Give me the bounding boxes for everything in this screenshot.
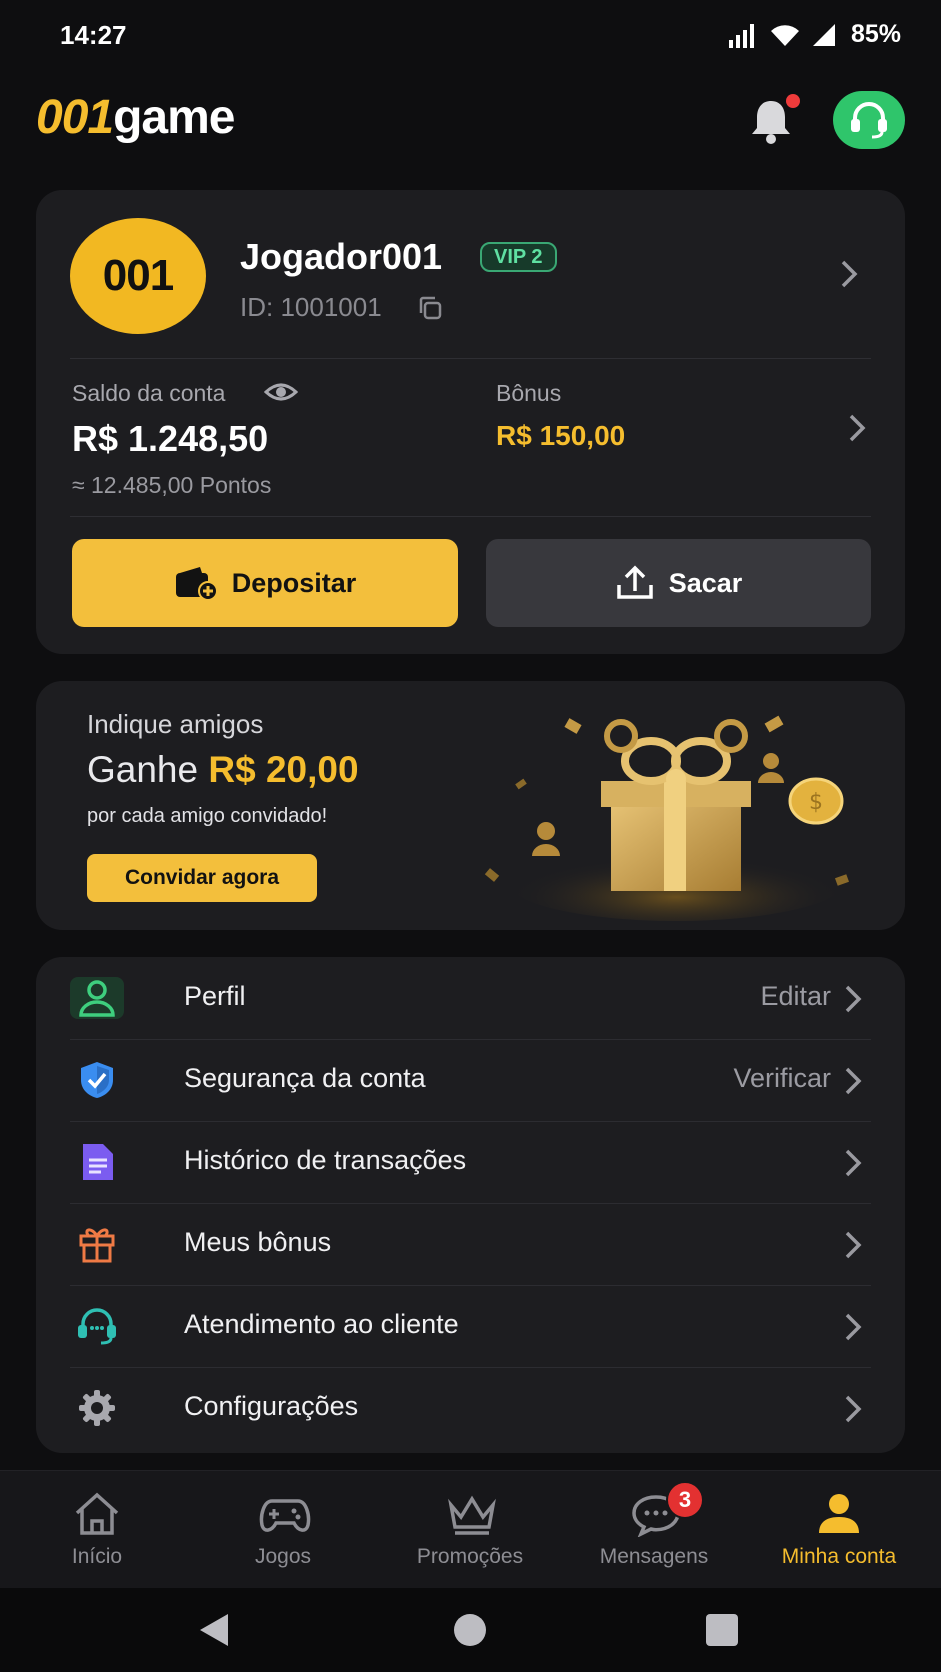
- headset-icon: [851, 102, 887, 139]
- home-button-icon[interactable]: [452, 1610, 488, 1650]
- menu-item-support[interactable]: Atendimento ao cliente: [70, 1285, 871, 1367]
- gamepad-icon: [259, 1499, 311, 1532]
- wallet-add-icon: [175, 567, 218, 601]
- referral-subtitle: por cada amigo convidado!: [87, 805, 328, 827]
- chevron-right-icon: [845, 1067, 862, 1095]
- balance-label: Saldo da conta: [72, 380, 226, 406]
- nav-games[interactable]: Jogos: [189, 1471, 377, 1589]
- bonus-label: Bônus: [496, 380, 562, 406]
- upload-icon: [616, 565, 653, 599]
- deposit-label: Depositar: [231, 567, 357, 598]
- menu-item-label: Histórico de transações: [184, 1145, 467, 1175]
- svg-text:$: $: [809, 790, 823, 815]
- vip-badge: VIP 2: [480, 242, 557, 272]
- points-value: ≈ 12.485,00 Pontos: [72, 472, 272, 498]
- chevron-right-icon: [845, 985, 862, 1013]
- battery-percent: 85%: [850, 20, 901, 48]
- eye-icon[interactable]: [264, 378, 298, 406]
- menu-item-bonuses[interactable]: Meus bônus: [70, 1203, 871, 1285]
- avatar[interactable]: 001: [70, 218, 206, 334]
- menu-item-label: Meus bônus: [184, 1227, 332, 1257]
- cell-signal-icon: [812, 23, 835, 46]
- logo-word: game: [113, 91, 235, 144]
- headset-icon: [70, 1305, 124, 1347]
- menu-item-label: Configurações: [184, 1391, 359, 1421]
- home-icon: [75, 1492, 119, 1535]
- divider: [70, 516, 871, 517]
- nav-my-account[interactable]: Minha conta: [745, 1471, 933, 1589]
- withdraw-label: Sacar: [668, 567, 743, 598]
- chevron-right-icon: [845, 1231, 862, 1259]
- nav-promotions[interactable]: Promoções: [376, 1471, 564, 1589]
- shield-icon: [70, 1059, 124, 1101]
- system-navigation-bar: [0, 1588, 941, 1672]
- back-icon[interactable]: [196, 1610, 232, 1650]
- nav-label: Início: [71, 1545, 123, 1568]
- deposit-button[interactable]: Depositar: [72, 539, 458, 627]
- nav-label: Mensagens: [599, 1545, 709, 1568]
- menu-item-settings[interactable]: Configurações: [70, 1367, 871, 1449]
- nav-label: Jogos: [254, 1545, 312, 1568]
- wifi-icon: [770, 24, 799, 46]
- nav-label: Promoções: [416, 1545, 524, 1568]
- copy-icon[interactable]: [416, 294, 444, 322]
- invite-button[interactable]: Convidar agora: [87, 854, 317, 902]
- balance-value: R$ 1.248,50: [72, 418, 269, 459]
- referral-headline: Ganhe R$ 20,00: [87, 749, 359, 791]
- gift-icon: [70, 1223, 124, 1265]
- crown-icon: [448, 1495, 496, 1535]
- referral-title: Indique amigos: [87, 709, 264, 739]
- signal-icon: [728, 23, 754, 48]
- person-icon: [819, 1494, 859, 1533]
- status-time: 14:27: [60, 20, 127, 50]
- app-header: 001game: [0, 80, 941, 160]
- gift-illustration-icon: $: [484, 715, 850, 921]
- status-bar: 14:27 85%: [0, 0, 941, 72]
- chevron-right-icon: [845, 1313, 862, 1341]
- withdraw-button[interactable]: Sacar: [486, 539, 871, 627]
- menu-item-transactions[interactable]: Histórico de transações: [70, 1121, 871, 1203]
- profile-chevron-icon[interactable]: [837, 258, 861, 290]
- menu-item-label: Perfil: [184, 981, 246, 1011]
- bonus-value: R$ 150,00: [496, 420, 626, 451]
- referral-banner[interactable]: Indique amigos Ganhe R$ 20,00 por cada a…: [36, 681, 905, 930]
- bonus-chevron-icon[interactable]: [845, 412, 869, 444]
- nav-messages[interactable]: 3 Mensagens: [560, 1471, 748, 1589]
- notification-dot: [786, 94, 800, 108]
- nav-home[interactable]: Início: [3, 1471, 191, 1589]
- chevron-right-icon: [845, 1149, 862, 1177]
- gear-icon: [70, 1387, 124, 1429]
- referral-amount: R$ 20,00: [208, 749, 359, 790]
- messages-badge: 3: [666, 1481, 704, 1519]
- user-id: ID: 1001001: [240, 292, 382, 322]
- recents-icon[interactable]: [704, 1610, 740, 1650]
- bottom-navigation: Início Jogos Promoções 3 Mensagens Minha…: [0, 1470, 941, 1588]
- chevron-right-icon: [845, 1395, 862, 1423]
- status-icons: 85%: [728, 20, 901, 49]
- nav-label: Minha conta: [781, 1545, 897, 1568]
- menu-item-profile[interactable]: Perfil Editar: [70, 957, 871, 1039]
- menu-item-meta: Editar: [760, 981, 831, 1011]
- divider: [70, 358, 871, 359]
- menu-item-label: Segurança da conta: [184, 1063, 426, 1093]
- menu-item-security[interactable]: Segurança da conta Verificar: [70, 1039, 871, 1121]
- account-card: 001 Jogador001 VIP 2 ID: 1001001 Saldo d…: [36, 190, 905, 654]
- support-button[interactable]: [833, 91, 905, 149]
- document-icon: [70, 1141, 124, 1183]
- user-icon: [70, 977, 124, 1019]
- account-menu: Perfil Editar Segurança da conta Verific…: [36, 957, 905, 1453]
- menu-item-meta: Verificar: [733, 1063, 831, 1093]
- app-logo[interactable]: 001game: [36, 90, 235, 145]
- username: Jogador001: [240, 236, 443, 277]
- menu-item-label: Atendimento ao cliente: [184, 1309, 459, 1339]
- referral-headline-prefix: Ganhe: [87, 749, 209, 790]
- logo-number: 001: [36, 91, 114, 144]
